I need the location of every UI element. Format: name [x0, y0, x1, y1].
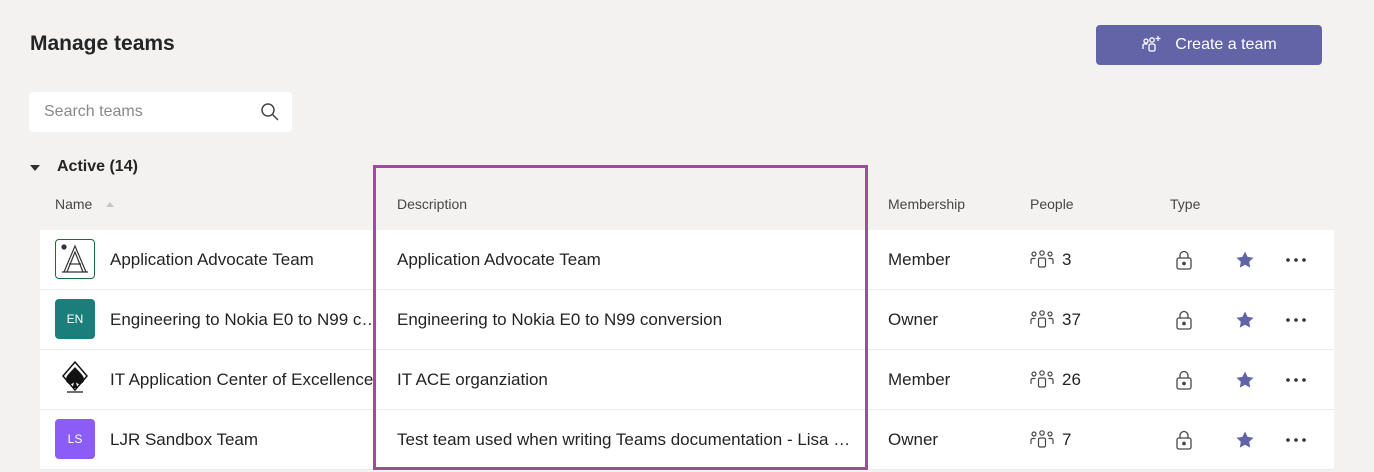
- people-icon: [1030, 249, 1054, 268]
- people-count: 3: [1062, 250, 1072, 269]
- column-header-membership[interactable]: Membership: [888, 196, 965, 212]
- team-description: Engineering to Nokia E0 to N99 conversio…: [397, 310, 723, 329]
- add-team-icon: [1142, 36, 1161, 52]
- people-count: 7: [1062, 430, 1072, 449]
- column-header-description[interactable]: Description: [397, 196, 467, 212]
- team-membership: Owner: [888, 310, 939, 329]
- create-team-button[interactable]: Create a team: [1096, 25, 1322, 65]
- team-description: Test team used when writing Teams docume…: [397, 430, 857, 449]
- spade-logo-icon: [55, 359, 95, 399]
- team-name[interactable]: Engineering to Nokia E0 to N99 conversio…: [110, 290, 380, 349]
- search-input[interactable]: [29, 91, 260, 133]
- people-count: 26: [1062, 370, 1081, 389]
- table-row[interactable]: LS LJR Sandbox Team Test team used when …: [40, 410, 1334, 470]
- create-team-label: Create a team: [1175, 36, 1277, 53]
- team-name[interactable]: Application Advocate Team: [110, 230, 380, 289]
- team-type: [1175, 350, 1193, 409]
- favorite-star-icon[interactable]: [1235, 350, 1255, 409]
- people-count: 37: [1062, 310, 1081, 329]
- team-name[interactable]: LJR Sandbox Team: [110, 410, 380, 469]
- more-options-icon[interactable]: [1285, 410, 1307, 469]
- sort-ascending-icon: [106, 202, 115, 207]
- team-description: IT ACE organziation: [397, 370, 548, 389]
- column-header-name-label: Name: [55, 196, 93, 212]
- favorite-star-icon[interactable]: [1235, 230, 1255, 289]
- column-header-people[interactable]: People: [1030, 196, 1074, 212]
- team-membership: Member: [888, 250, 951, 269]
- teams-table: Application Advocate Team Application Ad…: [40, 230, 1334, 470]
- lock-icon: [1176, 370, 1192, 390]
- team-type: [1175, 230, 1193, 289]
- chevron-down-icon: [30, 165, 40, 171]
- more-options-icon[interactable]: [1285, 230, 1307, 289]
- lock-icon: [1176, 250, 1192, 270]
- team-membership: Owner: [888, 430, 939, 449]
- team-type: [1175, 290, 1193, 349]
- team-type: [1175, 410, 1193, 469]
- table-row[interactable]: Application Advocate Team Application Ad…: [40, 230, 1334, 290]
- team-description: Application Advocate Team: [397, 250, 601, 269]
- page-title: Manage teams: [30, 32, 175, 55]
- favorite-star-icon[interactable]: [1235, 290, 1255, 349]
- team-people: 37: [1030, 290, 1081, 349]
- column-header-name[interactable]: Name: [55, 196, 115, 212]
- favorite-star-icon[interactable]: [1235, 410, 1255, 469]
- active-section-toggle[interactable]: Active (14): [30, 158, 138, 176]
- app-advocate-logo-icon: [55, 239, 95, 279]
- table-row[interactable]: IT Application Center of Excellence IT A…: [40, 350, 1334, 410]
- team-name[interactable]: IT Application Center of Excellence: [110, 350, 380, 409]
- team-avatar: EN: [55, 299, 95, 339]
- search-icon[interactable]: [260, 102, 280, 122]
- column-header-type[interactable]: Type: [1170, 196, 1200, 212]
- team-people: 26: [1030, 350, 1081, 409]
- lock-icon: [1176, 310, 1192, 330]
- people-icon: [1030, 369, 1054, 388]
- section-label: Active (14): [57, 158, 138, 175]
- lock-icon: [1176, 430, 1192, 450]
- people-icon: [1030, 309, 1054, 328]
- more-options-icon[interactable]: [1285, 290, 1307, 349]
- team-avatar: LS: [55, 419, 95, 459]
- people-icon: [1030, 429, 1054, 448]
- table-row[interactable]: EN Engineering to Nokia E0 to N99 conver…: [40, 290, 1334, 350]
- team-people: 7: [1030, 410, 1071, 469]
- team-people: 3: [1030, 230, 1071, 289]
- search-box[interactable]: [29, 91, 292, 133]
- more-options-icon[interactable]: [1285, 350, 1307, 409]
- team-membership: Member: [888, 370, 951, 389]
